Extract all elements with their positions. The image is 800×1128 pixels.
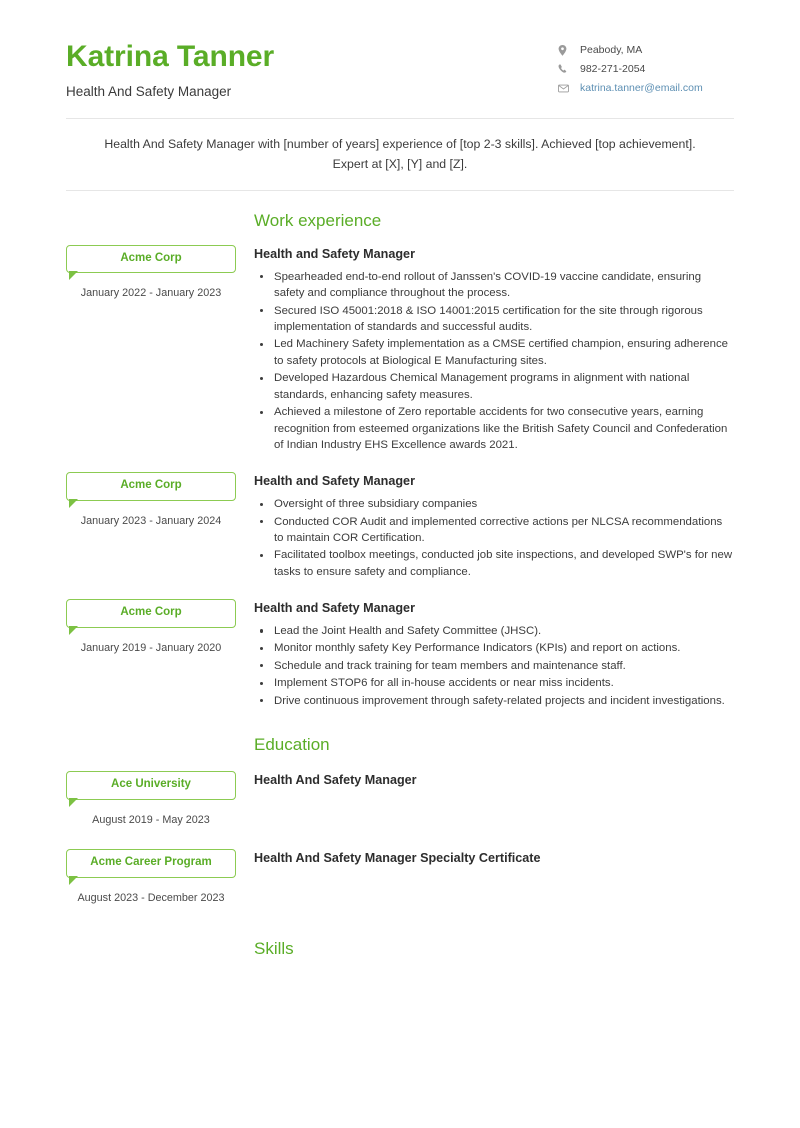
work-entry-dates: January 2022 - January 2023	[80, 287, 222, 300]
work-bullet: Drive continuous improvement through saf…	[254, 693, 734, 709]
education-list: Ace University August 2019 - May 2023 He…	[66, 771, 734, 905]
work-bullet: Secured ISO 45001:2018 & ISO 14001:2015 …	[254, 303, 734, 336]
contact-location: Peabody, MA	[558, 44, 734, 57]
education-entry-dates: August 2019 - May 2023	[92, 813, 210, 826]
work-entry-left: Acme Corp January 2023 - January 2024	[66, 472, 236, 528]
contact-location-text: Peabody, MA	[580, 44, 643, 56]
education-entry-right: Health And Safety Manager	[254, 771, 734, 789]
skills-section-body	[66, 959, 734, 969]
company-chip: Acme Corp	[66, 472, 236, 509]
work-bullet: Lead the Joint Health and Safety Committ…	[254, 623, 734, 639]
work-entry-bullets: Oversight of three subsidiary companies …	[254, 496, 734, 580]
work-bullet: Spearheaded end-to-end rollout of Jansse…	[254, 269, 734, 302]
company-chip: Acme Corp	[66, 244, 236, 281]
education-entry: Acme Career Program August 2023 - Decemb…	[66, 849, 734, 905]
work-entry-left: Acme Corp January 2019 - January 2020	[66, 599, 236, 655]
education-section-header: Education	[66, 710, 734, 771]
contact-email[interactable]: katrina.tanner@email.com	[558, 82, 734, 95]
institution-chip: Ace University	[66, 771, 236, 808]
contact-phone-text: 982-271-2054	[580, 63, 646, 76]
phone-icon	[558, 64, 573, 74]
work-entry-role: Health and Safety Manager	[254, 601, 415, 616]
contact-phone: 982-271-2054	[558, 63, 734, 76]
education-entry-left: Acme Career Program August 2023 - Decemb…	[66, 849, 236, 905]
work-bullet: Monitor monthly safety Key Performance I…	[254, 640, 734, 656]
contact-block: Peabody, MA 982-271-2054 katrina.tanner@…	[558, 36, 734, 95]
work-bullet: Schedule and track training for team mem…	[254, 658, 734, 674]
candidate-name: Katrina Tanner	[66, 40, 275, 73]
work-entry-dates: January 2023 - January 2024	[80, 514, 222, 527]
work-bullet: Conducted COR Audit and implemented corr…	[254, 514, 734, 547]
work-entry-right: Health and Safety Manager Oversight of t…	[254, 472, 734, 581]
section-title-education: Education	[254, 735, 330, 755]
work-bullet: Led Machinery Safety implementation as a…	[254, 336, 734, 369]
work-entry-role: Health and Safety Manager	[254, 246, 415, 261]
work-bullet: Developed Hazardous Chemical Management …	[254, 370, 734, 403]
work-entry-bullets: Spearheaded end-to-end rollout of Jansse…	[254, 269, 734, 454]
work-entry: Acme Corp January 2023 - January 2024 He…	[66, 472, 734, 581]
work-entry-right: Health and Safety Manager Spearheaded en…	[254, 245, 734, 454]
education-entry: Ace University August 2019 - May 2023 He…	[66, 771, 734, 827]
company-chip: Acme Corp	[66, 599, 236, 635]
resume-header: Katrina Tanner Health And Safety Manager…	[66, 0, 734, 100]
work-entry-role: Health and Safety Manager	[254, 474, 415, 489]
contact-email-text[interactable]: katrina.tanner@email.com	[580, 82, 703, 95]
work-bullet: Facilitated toolbox meetings, conducted …	[254, 547, 734, 580]
section-title-skills: Skills	[254, 939, 294, 958]
education-entry-degree: Health And Safety Manager Specialty Cert…	[254, 851, 541, 866]
education-entry-right: Health And Safety Manager Specialty Cert…	[254, 849, 734, 867]
work-bullet: Oversight of three subsidiary companies	[254, 496, 734, 512]
institution-chip: Acme Career Program	[66, 849, 236, 885]
work-entry: Acme Corp January 2019 - January 2020 He…	[66, 599, 734, 710]
work-entry-bullets: Lead the Joint Health and Safety Committ…	[254, 623, 734, 709]
location-pin-icon	[558, 44, 573, 56]
work-bullet: Achieved a milestone of Zero reportable …	[254, 404, 734, 453]
professional-summary: Health And Safety Manager with [number o…	[104, 136, 696, 171]
skills-list	[254, 959, 734, 969]
work-experience-list: Acme Corp January 2022 - January 2023 He…	[66, 244, 734, 710]
work-experience-section-header: Work experience	[66, 191, 734, 245]
envelope-icon	[558, 84, 573, 93]
education-entry-left: Ace University August 2019 - May 2023	[66, 771, 236, 827]
work-entry-dates: January 2019 - January 2020	[80, 641, 222, 654]
skills-section-header: Skills	[66, 905, 734, 959]
section-title-work: Work experience	[254, 210, 382, 230]
identity-block: Katrina Tanner Health And Safety Manager	[66, 36, 274, 100]
candidate-job-title: Health And Safety Manager	[66, 83, 232, 99]
work-entry: Acme Corp January 2022 - January 2023 He…	[66, 244, 734, 454]
work-entry-right: Health and Safety Manager Lead the Joint…	[254, 599, 734, 710]
work-entry-left: Acme Corp January 2022 - January 2023	[66, 244, 236, 301]
education-entry-degree: Health And Safety Manager	[254, 773, 417, 788]
education-entry-dates: August 2023 - December 2023	[77, 891, 225, 904]
work-bullet: Implement STOP6 for all in-house acciden…	[254, 675, 734, 691]
resume-page: Katrina Tanner Health And Safety Manager…	[0, 0, 800, 1128]
